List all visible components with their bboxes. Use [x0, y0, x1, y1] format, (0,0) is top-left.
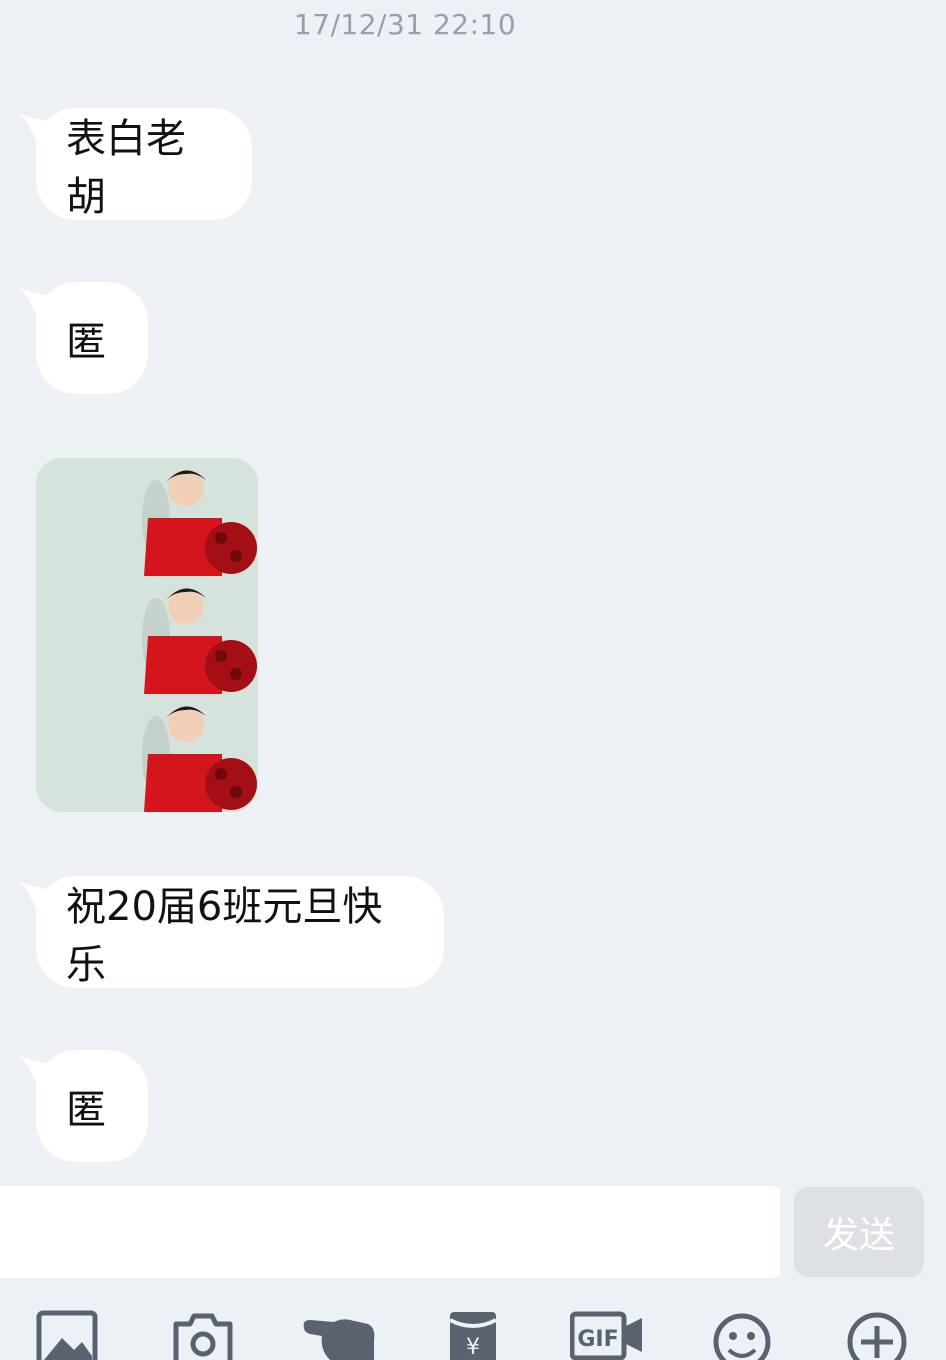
bubble-tail-icon: [20, 1056, 60, 1090]
message-text: 表白老胡: [66, 116, 186, 220]
red-packet-icon[interactable]: ¥: [448, 1310, 498, 1360]
message-bubble[interactable]: 祝20届6班元旦快乐: [20, 876, 444, 988]
plus-icon[interactable]: [846, 1310, 908, 1360]
message-timestamp: 17/12/31 22:10: [293, 8, 517, 41]
svg-text:GIF: GIF: [577, 1327, 618, 1352]
gif-icon[interactable]: GIF: [570, 1310, 644, 1360]
photo-tile-image: [36, 576, 258, 694]
message-bubble[interactable]: 匿: [20, 1050, 148, 1162]
camera-icon[interactable]: [172, 1310, 234, 1360]
message-text: 祝20届6班元旦快乐: [66, 884, 383, 988]
message-text: 匿: [66, 1087, 106, 1133]
send-button[interactable]: 发送: [794, 1187, 924, 1277]
message-input[interactable]: [0, 1186, 780, 1278]
image-icon[interactable]: [36, 1310, 98, 1360]
bubble-tail-icon: [20, 882, 60, 916]
bubble-tail-icon: [20, 114, 60, 148]
emoji-icon[interactable]: [712, 1310, 772, 1360]
photo-tile-image: [36, 458, 258, 576]
svg-text:¥: ¥: [466, 1335, 480, 1360]
message-image[interactable]: [36, 458, 258, 812]
message-text: 匿: [66, 319, 106, 365]
photo-tile-image: [36, 694, 258, 812]
message-bubble[interactable]: 表白老胡: [20, 108, 252, 220]
poke-icon[interactable]: [300, 1310, 376, 1360]
message-bubble[interactable]: 匿: [20, 282, 148, 394]
bubble-tail-icon: [20, 288, 60, 322]
